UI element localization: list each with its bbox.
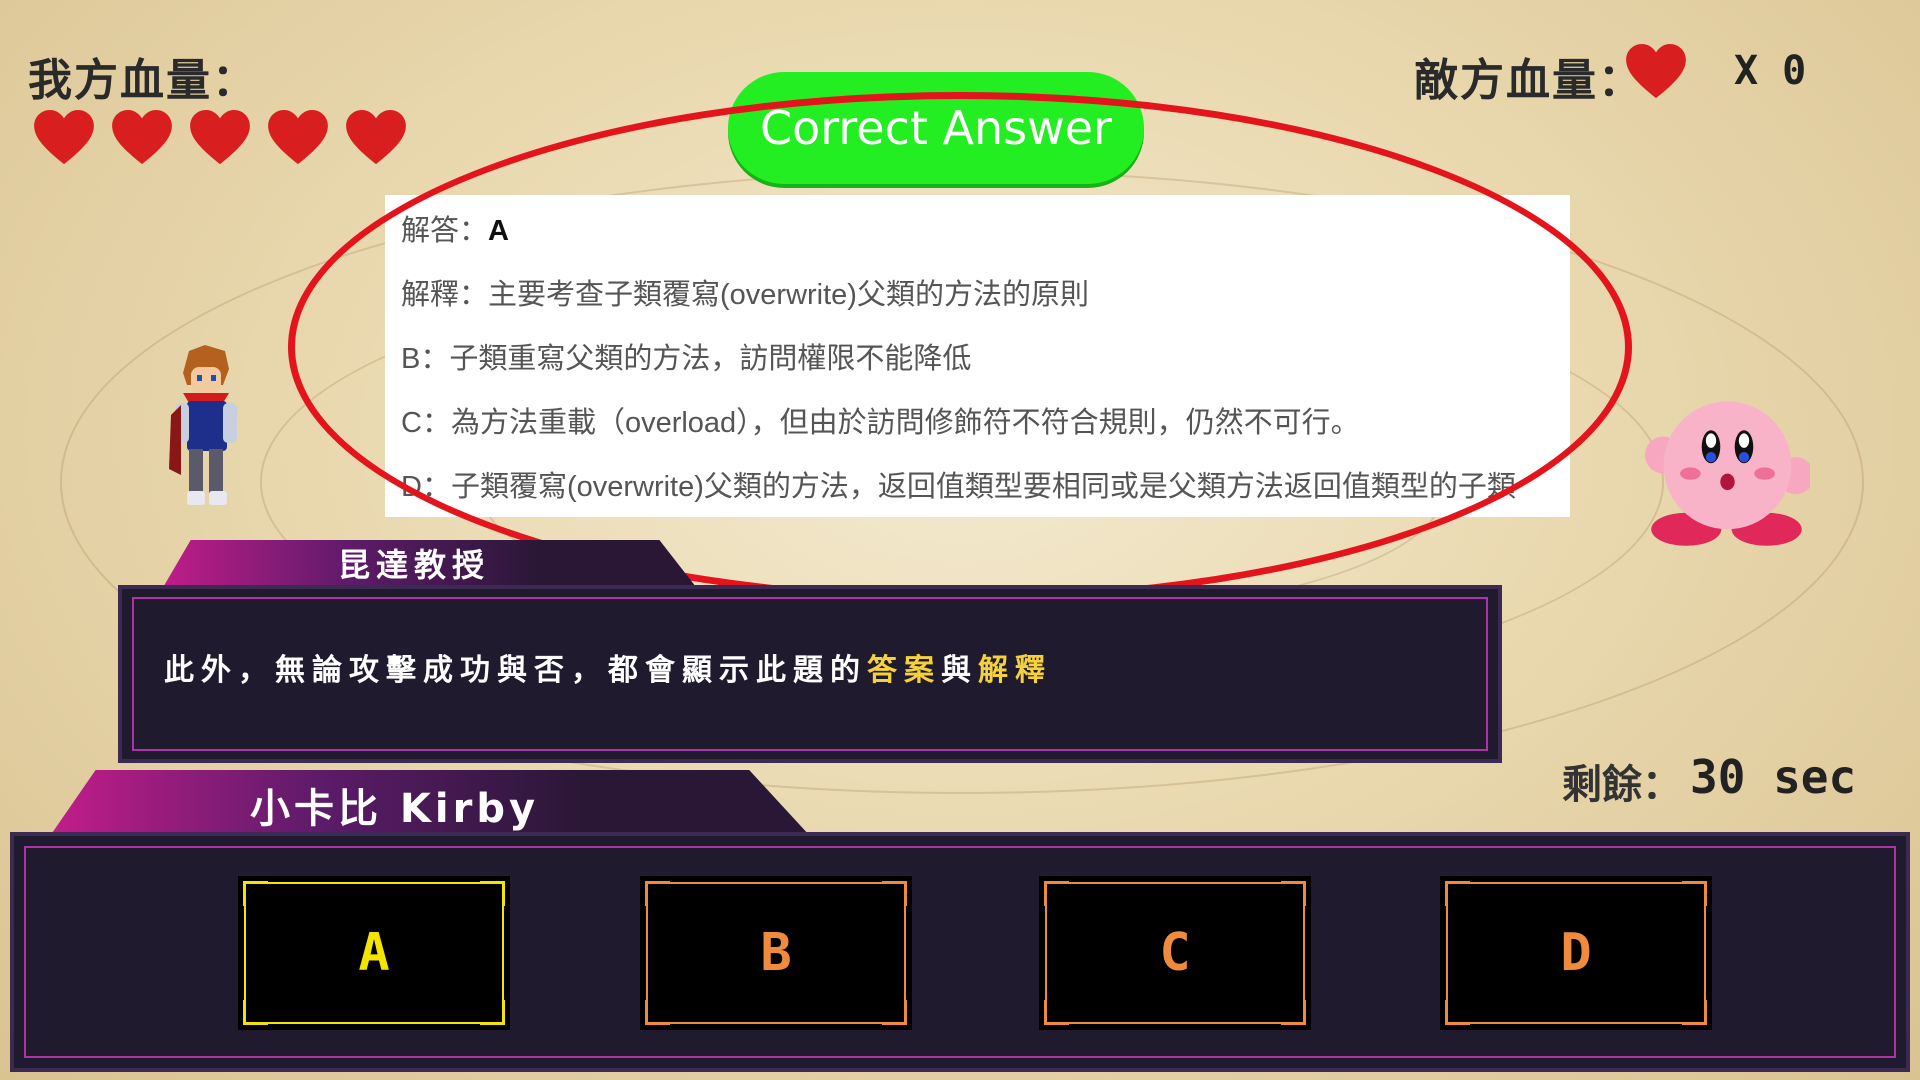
heart-icon [346,110,406,165]
enemy-count: X 0 [1734,48,1807,94]
answer-button-d[interactable]: D [1440,876,1712,1030]
player-hp-label: 我方血量： [28,55,258,106]
heart-icon [190,110,250,165]
heart-icon [34,110,94,165]
speaker-name: 昆達教授 [338,546,491,584]
answer-button-c[interactable]: C [1039,876,1311,1030]
answer-button-b[interactable]: B [640,876,912,1030]
dialogue-text: 此外，無論攻擊成功與否，都會顯示此題的答案與解釋 [164,653,1052,688]
answer-frame [1044,881,1306,1025]
heart-icon [268,110,328,165]
battle-screen: 我方血量： 敵方血量： X 0 解答：A 解釋：主要考查子類覆寫(overwri… [0,0,1920,1080]
kirby-sprite [1645,401,1810,546]
enemy-hp-label: 敵方血量： [1414,55,1644,106]
answer-frame [645,881,907,1025]
annotation-ellipse [288,92,1632,602]
answer-frame [1445,881,1707,1025]
player-name: 小卡比 Kirby [250,786,540,832]
timer-label: 剩餘： [1562,762,1682,808]
highlight-explanation: 解釋 [978,653,1052,688]
answer-frame [243,881,505,1025]
timer-value: 30 sec [1690,750,1857,804]
highlight-answer: 答案 [867,653,941,688]
answer-button-a[interactable]: A [238,876,510,1030]
enemy-heart-icon [1626,44,1686,99]
heart-icon [112,110,172,165]
player-hearts [34,110,406,166]
hero-sprite [169,345,237,505]
